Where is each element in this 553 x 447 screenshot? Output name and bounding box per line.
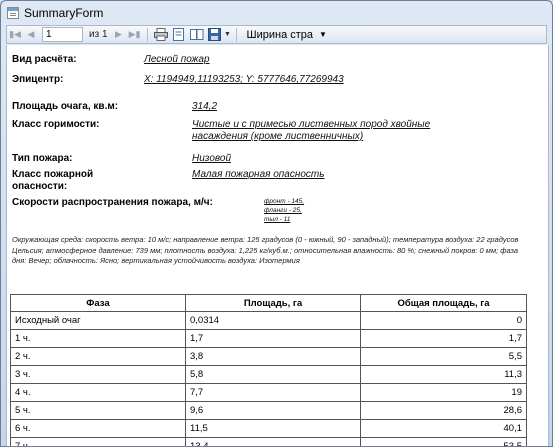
prev-page-icon[interactable]: ◀ bbox=[23, 27, 39, 43]
print-icon[interactable] bbox=[153, 28, 168, 41]
epicenter-label: Эпицентр: bbox=[12, 74, 64, 85]
summary-form-window: SummaryForm ▮◀ ◀ 1 из 1 ▶ ▶▮ ▼ Ширина ст… bbox=[0, 0, 553, 447]
total-area-cell: 19 bbox=[360, 383, 527, 402]
total-area-cell: 53,5 bbox=[360, 437, 527, 446]
danger-class-value: Малая пожарная опасность bbox=[192, 169, 325, 180]
table-row: 6 ч. 11,5 40,1 bbox=[10, 419, 527, 438]
area-cell: 0,0314 bbox=[185, 311, 361, 330]
column-header-area: Площадь, га bbox=[185, 294, 361, 312]
total-area-cell: 0 bbox=[360, 311, 527, 330]
zoom-select-value: Ширина стра bbox=[246, 28, 314, 41]
total-area-cell: 11,3 bbox=[360, 365, 527, 384]
page-count-label: из 1 bbox=[89, 29, 108, 40]
environment-note: Окружающая среда: скорость ветра: 10 м/с… bbox=[12, 235, 519, 265]
area-cell: 5,8 bbox=[185, 365, 361, 384]
phase-cell: 5 ч. bbox=[10, 401, 186, 420]
toolbar-separator bbox=[146, 27, 148, 42]
phases-table: Фаза Площадь, га Общая площадь, га Исход… bbox=[10, 294, 527, 446]
print-layout-icon[interactable] bbox=[172, 28, 186, 41]
calc-type-value: Лесной пожар bbox=[144, 54, 210, 65]
table-row: 2 ч. 3,8 5,5 bbox=[10, 347, 527, 366]
total-area-cell: 1,7 bbox=[360, 329, 527, 348]
save-icon[interactable] bbox=[207, 28, 222, 41]
phase-cell: Исходный очаг bbox=[10, 311, 186, 330]
total-area-cell: 28,6 bbox=[360, 401, 527, 420]
table-row: 5 ч. 9,6 28,6 bbox=[10, 401, 527, 420]
speed-front-value: фронт - 145, bbox=[264, 198, 305, 205]
flammability-class-label: Класс горимости: bbox=[12, 119, 100, 130]
last-page-icon[interactable]: ▶▮ bbox=[127, 27, 143, 43]
first-page-icon[interactable]: ▮◀ bbox=[7, 27, 23, 43]
zoom-select[interactable]: Ширина стра ▼ bbox=[247, 29, 327, 41]
area-value: 314,2 bbox=[192, 101, 218, 112]
flammability-class-value-line1: Чистые и с примесью лиственных пород хво… bbox=[192, 119, 431, 130]
toolbar-separator bbox=[235, 27, 237, 42]
speed-flanks-value: фланги - 25, bbox=[264, 207, 302, 214]
table-row: 4 ч. 7,7 19 bbox=[10, 383, 527, 402]
area-cell: 9,6 bbox=[185, 401, 361, 420]
page-number-input[interactable]: 1 bbox=[42, 27, 83, 42]
page-setup-icon[interactable] bbox=[189, 28, 204, 41]
flammability-class-value-line2: насаждения (кроме лиственничных) bbox=[192, 131, 364, 142]
column-header-total-area: Общая площадь, га bbox=[360, 294, 527, 312]
phase-cell: 3 ч. bbox=[10, 365, 186, 384]
phase-cell: 1 ч. bbox=[10, 329, 186, 348]
area-cell: 3,8 bbox=[185, 347, 361, 366]
column-header-phase: Фаза bbox=[10, 294, 186, 312]
phase-cell: 4 ч. bbox=[10, 383, 186, 402]
table-row: 3 ч. 5,8 11,3 bbox=[10, 365, 527, 384]
chevron-down-icon: ▼ bbox=[319, 30, 327, 39]
fire-type-label: Тип пожара: bbox=[12, 153, 73, 164]
danger-class-label-line2: опасности: bbox=[12, 181, 68, 192]
area-cell: 13,4 bbox=[185, 437, 361, 446]
danger-class-label-line1: Класс пожарной bbox=[12, 169, 94, 180]
table-header-row: Фаза Площадь, га Общая площадь, га bbox=[10, 294, 527, 312]
title-bar: SummaryForm bbox=[1, 1, 552, 25]
total-area-cell: 5,5 bbox=[360, 347, 527, 366]
area-cell: 1,7 bbox=[185, 329, 361, 348]
window-title: SummaryForm bbox=[24, 6, 104, 20]
calc-type-label: Вид расчёта: bbox=[12, 54, 77, 65]
area-label: Площадь очага, кв.м: bbox=[12, 101, 119, 112]
spread-speed-label: Скорости распространения пожара, м/ч: bbox=[12, 197, 213, 208]
area-cell: 11,5 bbox=[185, 419, 361, 438]
table-row: 7 ч. 13,4 53,5 bbox=[10, 437, 527, 446]
report-toolbar: ▮◀ ◀ 1 из 1 ▶ ▶▮ ▼ Ширина стра ▼ bbox=[6, 25, 547, 44]
report-page: Вид расчёта: Лесной пожар Эпицентр: X: 1… bbox=[6, 45, 549, 446]
fire-type-value: Низовой bbox=[192, 153, 232, 164]
total-area-cell: 40,1 bbox=[360, 419, 527, 438]
phase-cell: 2 ч. bbox=[10, 347, 186, 366]
next-page-icon[interactable]: ▶ bbox=[111, 27, 127, 43]
table-row: 1 ч. 1,7 1,7 bbox=[10, 329, 527, 348]
area-cell: 7,7 bbox=[185, 383, 361, 402]
speed-rear-value: тыл - 11 bbox=[264, 216, 291, 223]
phase-cell: 7 ч. bbox=[10, 437, 186, 446]
epicenter-value: X: 1194949,11193253; Y: 5777646,77269943 bbox=[144, 74, 344, 85]
table-row: Исходный очаг 0,0314 0 bbox=[10, 311, 527, 330]
form-icon bbox=[7, 7, 19, 19]
phase-cell: 6 ч. bbox=[10, 419, 186, 438]
save-dropdown-icon[interactable]: ▼ bbox=[224, 27, 232, 43]
